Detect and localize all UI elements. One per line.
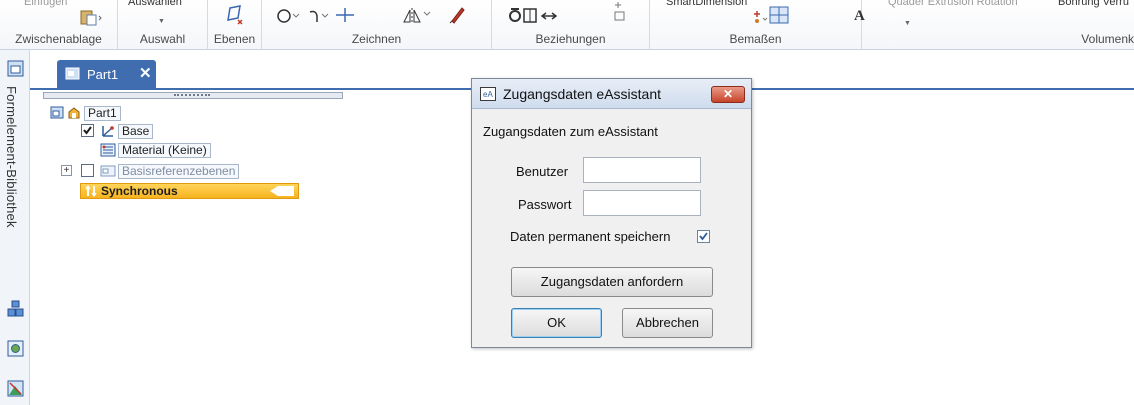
dimension-small-icon[interactable] [612,2,628,27]
ribbon-group-solids: Quader Extrusion Rotation Bohrung Verru … [882,0,1134,50]
ribbon-group-layers: Ebenen [208,0,262,50]
ribbon-group-relations: Beziehungen [492,0,650,50]
save-permanently-label: Daten permanent speichern [510,229,671,244]
password-field[interactable] [583,190,701,216]
tree-node-label: Material (Keine) [118,143,211,158]
ribbon-group-label: Zwischenablage [15,32,102,46]
tree-node-label: Base [118,124,154,139]
expand-icon[interactable]: + [61,165,72,176]
pen-icon[interactable] [448,5,466,28]
password-label: Passwort [518,197,572,212]
ribbon-group-label: Auswahl [139,32,186,46]
ribbon-group-draw: Zeichnen [262,0,492,50]
ribbon-group-text: A [854,0,882,50]
document-tab-label: Part1 [87,67,119,82]
arc-icon[interactable] [308,8,334,27]
text-style-icon[interactable]: A [854,8,865,25]
reference-planes-checkbox[interactable] [81,164,94,177]
color-manager-icon[interactable] [7,380,24,397]
tree-node-label: Basisreferenzebenen [118,164,240,179]
tree-node-label: Part1 [84,106,121,121]
close-icon[interactable]: ✕ [711,86,745,103]
ribbon-group-label: Ebenen [213,32,256,46]
dialog-heading: Zugangsdaten zum eAssistant [483,124,658,139]
eassistant-login-dialog: eA Zugangsdaten eAssistant ✕ Zugangsdate… [471,78,752,348]
base-checkbox[interactable] [81,124,94,137]
ribbon-group-label: Bemaßen [729,32,782,46]
part-icon [65,66,81,84]
svg-text:eA: eA [483,90,493,99]
ribbon-group-selection: Auswählen ▼ Auswahl [118,0,208,50]
part-icon [67,106,81,123]
tree-node-base[interactable]: Base [100,124,154,142]
feature-library-tab[interactable]: Formelement-Bibliothek [4,86,19,228]
chevron-down-icon[interactable]: ▼ [904,20,911,27]
pathfinder-splitter[interactable] [43,92,343,99]
save-permanently-checkbox[interactable] [697,230,710,243]
user-label: Benutzer [516,164,569,179]
ribbon-group-label: Zeichnen [351,32,402,46]
synchronous-icon [85,184,97,200]
document-tab-part1[interactable]: Part1 ✕ [57,60,156,89]
tree-node-reference-planes[interactable]: Basisreferenzebenen [100,164,240,182]
material-icon [100,143,116,161]
paste-label[interactable]: Einfügen [24,0,67,8]
ribbon-group-label: Beziehungen [535,32,606,46]
rollback-marker-icon[interactable] [270,185,294,200]
request-credentials-button[interactable]: Zugangsdaten anfordern [511,267,713,297]
relation-icon[interactable] [508,6,572,27]
paste-icon[interactable] [78,8,102,29]
cancel-button[interactable]: Abbrechen [622,308,713,338]
eassistant-icon: eA [480,87,496,104]
pathfinder-icon[interactable] [7,60,24,77]
dimension-icon[interactable] [752,4,792,29]
tree-node-material[interactable]: Material (Keine) [100,143,211,158]
pathfinder-icon [50,106,64,123]
dialog-title: Zugangsdaten eAssistant [503,86,661,102]
ribbon-group-label: Volumenk [1081,32,1134,46]
user-field[interactable] [583,157,701,183]
hole-label[interactable]: Bohrung Verru [1058,0,1129,8]
dialog-titlebar[interactable]: eA Zugangsdaten eAssistant ✕ [472,79,751,109]
close-icon[interactable]: ✕ [139,64,152,82]
ribbon-group-dimensions: SmartDimension Bemaßen [650,0,862,50]
splitter-grip[interactable] [174,94,210,97]
smart-dimension-label[interactable]: SmartDimension [666,0,747,8]
circle-icon[interactable] [276,8,302,27]
tree-node-synchronous[interactable]: Synchronous [80,183,299,199]
parts-library-icon[interactable] [7,300,24,317]
chevron-down-icon[interactable]: ▼ [158,18,165,25]
plane-icon[interactable] [226,4,246,29]
coordinate-system-icon [100,124,116,142]
trim-icon[interactable] [334,6,356,27]
select-label[interactable]: Auswählen [128,0,182,8]
mirror-icon[interactable] [402,6,432,27]
features-label[interactable]: Quader Extrusion Rotation [888,0,1018,8]
tree-node-label: Synchronous [101,184,178,198]
ribbon: Einfügen Zwischenablage Auswählen ▼ Ausw… [0,0,1134,50]
layers-icon[interactable] [7,340,24,357]
reference-plane-icon [100,164,116,182]
left-side-panel: Formelement-Bibliothek [0,50,30,405]
tree-node-part1[interactable]: Part1 [50,106,121,121]
ribbon-group-clipboard: Einfügen Zwischenablage [0,0,118,50]
ok-button[interactable]: OK [511,308,602,338]
